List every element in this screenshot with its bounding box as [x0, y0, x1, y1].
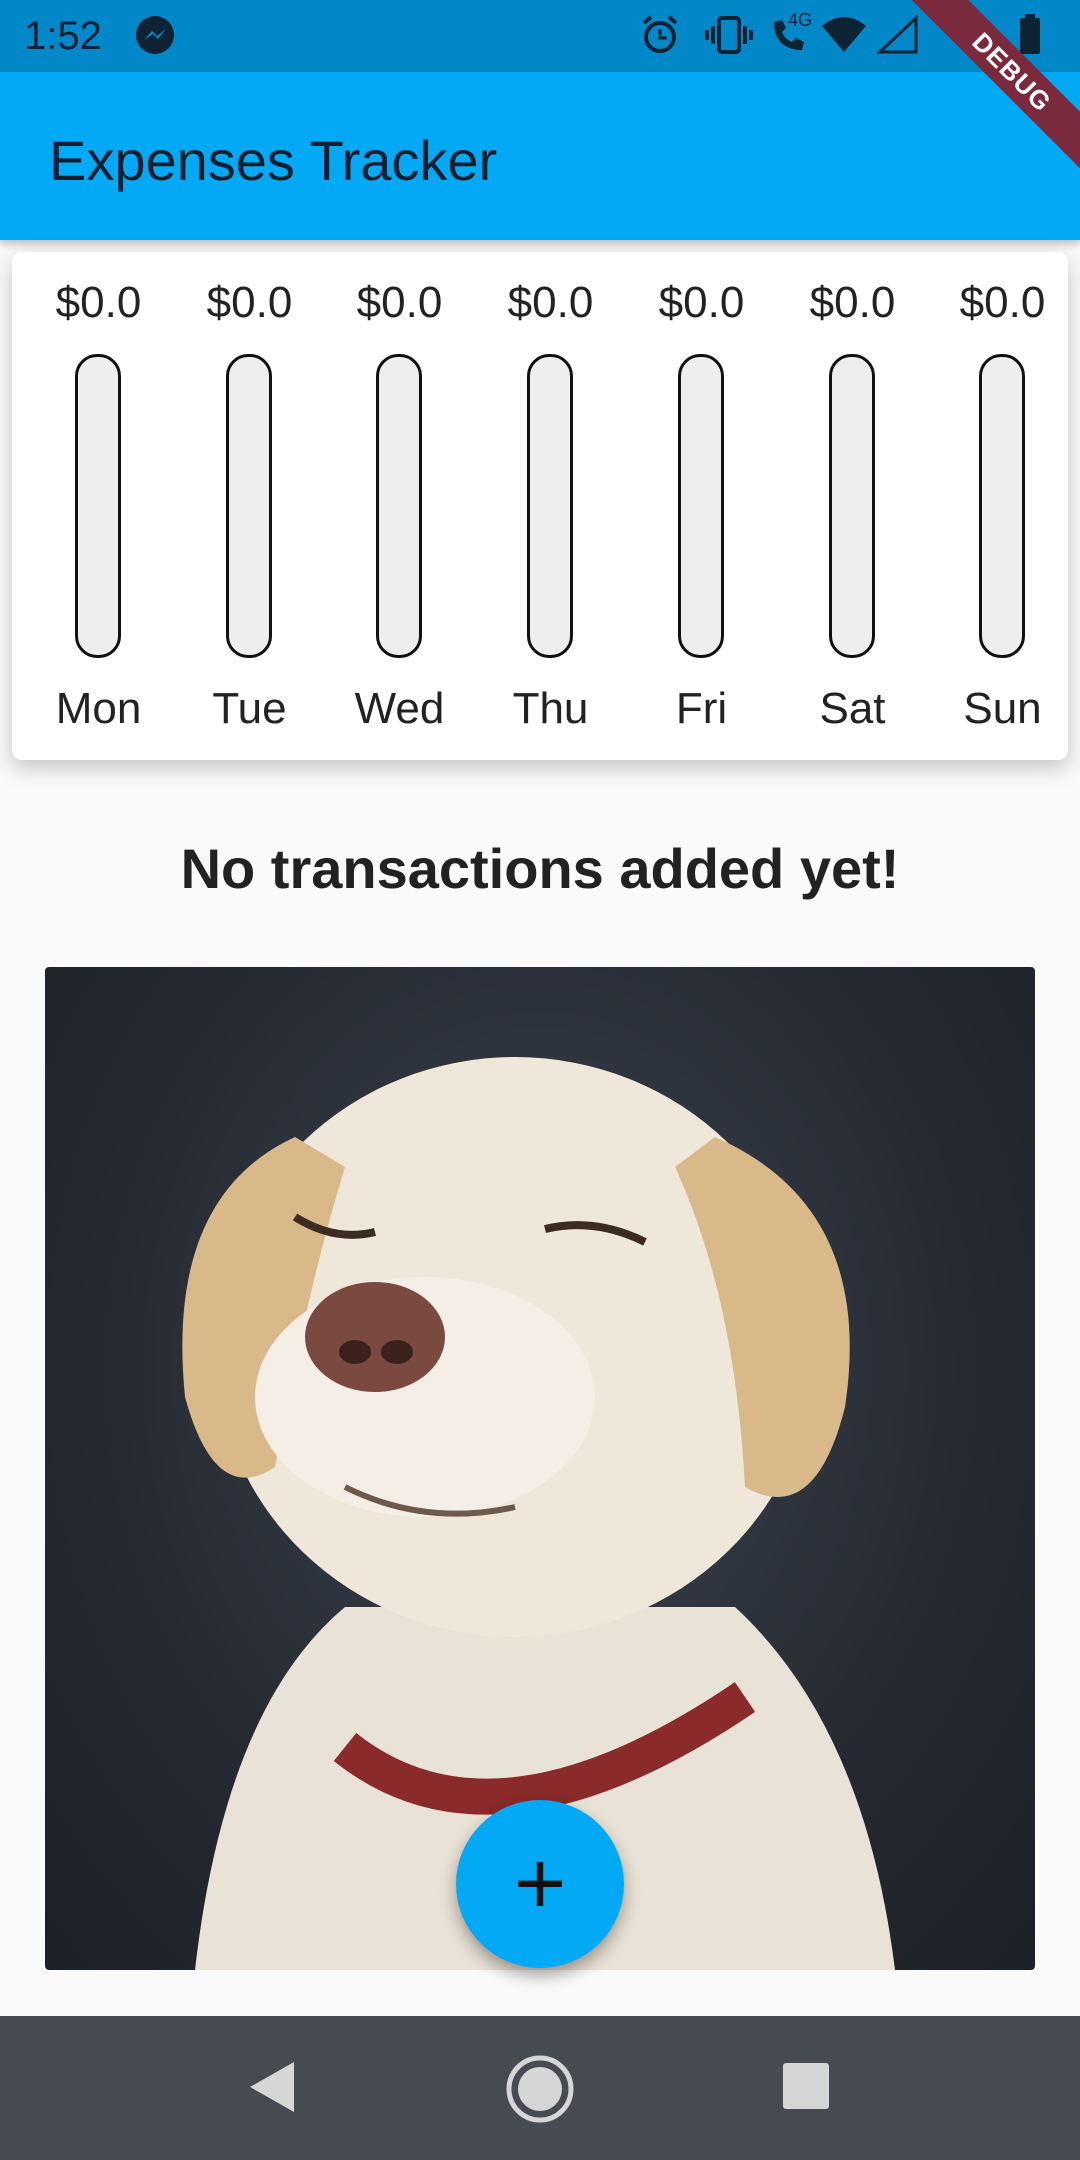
app-title: Expenses Tracker [49, 129, 498, 192]
chart-column-thu: $0.0 Thu [475, 252, 626, 760]
home-icon[interactable] [503, 2052, 577, 2131]
vibrate-icon [704, 14, 754, 61]
day-label: Wed [354, 684, 445, 733]
back-icon[interactable] [240, 2052, 310, 2127]
add-transaction-button[interactable]: + [456, 1800, 624, 1968]
day-bar-track [678, 354, 724, 658]
day-label: Sat [819, 684, 886, 733]
chart-column-wed: $0.0 Wed [324, 252, 475, 760]
day-bar-track [829, 354, 875, 658]
day-bar-track [75, 354, 121, 658]
alarm-icon [640, 14, 680, 61]
day-amount: $0.0 [959, 278, 1046, 327]
messenger-icon [134, 14, 176, 61]
battery-icon [1018, 14, 1042, 61]
day-amount: $0.0 [658, 278, 745, 327]
chart-column-fri: $0.0 Fri [626, 252, 777, 760]
day-label: Thu [512, 684, 589, 733]
app-bar: Expenses Tracker [0, 72, 1080, 240]
day-amount: $0.0 [809, 278, 896, 327]
day-amount: $0.0 [206, 278, 293, 327]
day-bar-track [527, 354, 573, 658]
day-label: Tue [212, 684, 287, 733]
day-bar-track [376, 354, 422, 658]
chart-column-sat: $0.0 Sat [777, 252, 928, 760]
day-bar-track [226, 354, 272, 658]
status-bar: 1:52 4G [0, 0, 1080, 72]
wifi-icon [820, 14, 868, 61]
chart-column-tue: $0.0 Tue [174, 252, 325, 760]
chart-column-mon: $0.0 Mon [23, 252, 174, 760]
chart-column-sun: $0.0 Sun [927, 252, 1078, 760]
plus-icon: + [513, 1834, 567, 1934]
day-amount: $0.0 [507, 278, 594, 327]
recents-icon[interactable] [780, 2060, 832, 2117]
weekly-chart-card: $0.0 Mon $0.0 Tue $0.0 Wed $0.0 Thu $0.0… [12, 252, 1068, 760]
day-amount: $0.0 [356, 278, 443, 327]
day-amount: $0.0 [55, 278, 142, 327]
day-label: Sun [963, 684, 1042, 733]
day-label: Fri [675, 684, 728, 733]
network-label: 4G [788, 10, 813, 30]
day-bar-track [979, 354, 1025, 658]
day-label: Mon [55, 684, 142, 733]
status-time: 1:52 [24, 14, 102, 58]
signal-icon [876, 14, 920, 61]
empty-state-message: No transactions added yet! [180, 837, 900, 900]
system-nav-bar [0, 2016, 1080, 2160]
